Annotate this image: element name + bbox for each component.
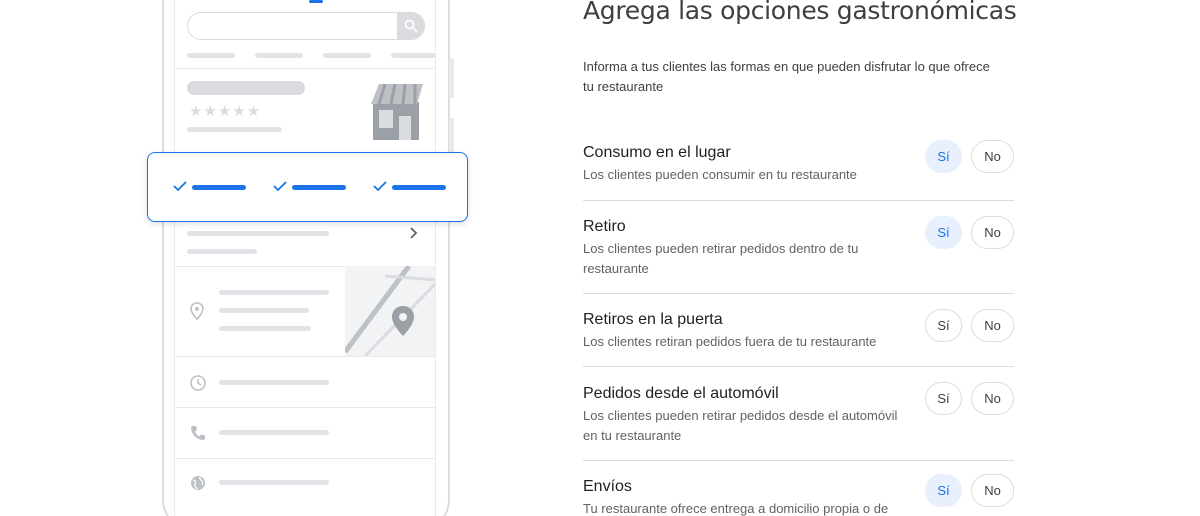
location-pin-icon <box>190 302 204 320</box>
map-graphic <box>345 266 435 356</box>
store-awning-icon <box>371 83 423 140</box>
option-divider <box>583 293 1014 294</box>
divider <box>175 356 435 357</box>
option-description: Los clientes retiran pedidos fuera de tu… <box>583 334 877 349</box>
no-button[interactable]: No <box>971 216 1014 249</box>
option-envios: Envíos Tu restaurante ofrece entrega a d… <box>583 474 1014 516</box>
option-description: Tu restaurante ofrece entrega a domicili… <box>583 501 889 516</box>
yes-no-group: Sí No <box>925 382 1014 415</box>
check-icon <box>273 181 287 192</box>
map-pin-icon <box>392 306 414 336</box>
dining-options-check-card <box>147 152 468 222</box>
rating-stars: ★★★★★ <box>189 103 262 120</box>
option-divider <box>583 460 1014 461</box>
divider <box>175 68 435 69</box>
option-description: Los clientes pueden retirar pedidos desd… <box>583 408 898 443</box>
business-name-placeholder <box>187 81 305 95</box>
yes-no-group: Sí No <box>925 309 1014 342</box>
text-placeholder <box>187 231 329 236</box>
option-divider <box>583 366 1014 367</box>
divider <box>175 458 435 459</box>
yes-no-group: Sí No <box>925 216 1014 249</box>
text-placeholder <box>187 127 282 132</box>
divider <box>175 407 435 408</box>
text-placeholder <box>219 430 329 435</box>
yes-button[interactable]: Sí <box>925 216 962 249</box>
check-label-bar <box>292 185 346 190</box>
option-retiros-en-la-puerta: Retiros en la puerta Los clientes retira… <box>583 309 1014 352</box>
tab-placeholder <box>255 53 303 58</box>
tab-placeholder <box>391 53 435 58</box>
chevron-right-icon <box>410 227 418 239</box>
option-retiro: Retiro Los clientes pueden retirar pedid… <box>583 216 1014 279</box>
clock-icon <box>190 375 206 391</box>
page-title: Agrega las opciones gastronómicas <box>583 0 1017 25</box>
tab-placeholder <box>187 53 235 58</box>
globe-icon <box>191 476 205 490</box>
search-icon <box>404 19 418 33</box>
text-placeholder <box>219 308 309 313</box>
option-description: Los clientes pueden retirar pedidos dent… <box>583 241 859 276</box>
check-icon <box>173 181 187 192</box>
yes-no-group: Sí No <box>925 140 1014 173</box>
check-label-bar <box>392 185 446 190</box>
option-consumo-en-el-lugar: Consumo en el lugar Los clientes pueden … <box>583 140 1014 185</box>
phone-icon <box>191 426 205 440</box>
check-icon <box>373 181 387 192</box>
yes-button[interactable]: Sí <box>925 140 962 173</box>
text-placeholder <box>219 290 329 295</box>
tab-placeholder <box>323 53 371 58</box>
yes-button[interactable]: Sí <box>925 382 962 415</box>
text-placeholder <box>219 380 329 385</box>
text-placeholder <box>219 326 311 331</box>
no-button[interactable]: No <box>971 140 1014 173</box>
option-pedidos-desde-el-automovil: Pedidos desde el automóvil Los clientes … <box>583 382 1014 446</box>
text-placeholder <box>219 480 329 485</box>
map-thumbnail <box>345 266 435 356</box>
phone-screen-illustration: ★★★★★ <box>174 0 436 516</box>
yes-button[interactable]: Sí <box>925 309 962 342</box>
yes-button[interactable]: Sí <box>925 474 962 507</box>
logo-fragment <box>309 0 323 3</box>
search-button-placeholder <box>397 12 425 40</box>
text-placeholder <box>187 249 257 254</box>
no-button[interactable]: No <box>971 382 1014 415</box>
page-intro: Informa a tus clientes las formas en que… <box>583 59 990 94</box>
check-label-bar <box>192 185 246 190</box>
phone-side-button <box>449 58 454 98</box>
no-button[interactable]: No <box>971 474 1014 507</box>
option-description: Los clientes pueden consumir en tu resta… <box>583 167 857 182</box>
no-button[interactable]: No <box>971 309 1014 342</box>
option-divider <box>583 200 1014 201</box>
yes-no-group: Sí No <box>925 474 1014 507</box>
search-bar-placeholder <box>187 12 425 40</box>
